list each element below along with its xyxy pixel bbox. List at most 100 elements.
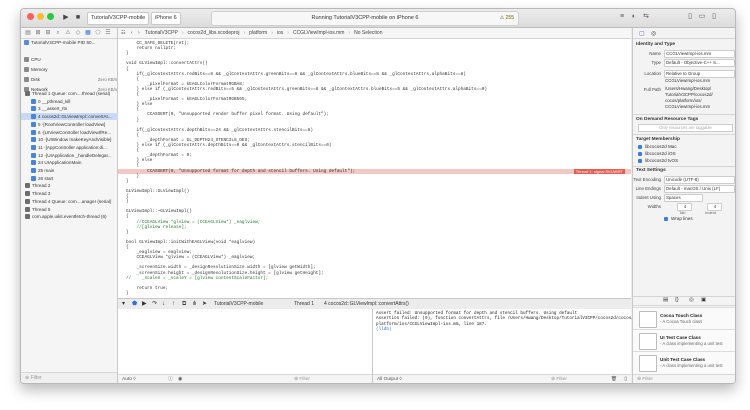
stack-frame-row[interactable]: 26 start [21, 175, 127, 182]
warning-badge[interactable]: ⚠ 255 [500, 14, 514, 22]
run-icon[interactable]: ▶ [61, 12, 71, 23]
stack-frame-row[interactable]: 11 -[AppController application:di... [21, 144, 127, 151]
jump-bar-segment[interactable]: cocos2d_libs.xcodeproj [187, 30, 239, 36]
library-item[interactable]: Cocoa Touch Class - A Cocoa Touch class [633, 307, 735, 330]
step-out-icon[interactable]: ↑ [172, 299, 175, 309]
editor-standard-icon[interactable]: ≡ [617, 12, 627, 22]
file-template-icon[interactable]: ▤ [663, 297, 668, 303]
view-hierarchy-icon[interactable]: ⧉ [182, 299, 186, 309]
scheme-selector[interactable]: TutorialV3CPP-mobile [87, 12, 150, 25]
encoding-select[interactable]: Unicode (UTF-8) [664, 176, 735, 184]
back-icon[interactable]: ‹ [131, 30, 133, 36]
target-checkbox[interactable] [638, 152, 642, 156]
hide-debug-area-icon[interactable]: ▾ [122, 299, 125, 309]
quick-help-icon[interactable]: ◎ [651, 30, 656, 37]
breakpoints-toggle-icon[interactable]: ⬟ [132, 299, 137, 309]
media-library-icon[interactable]: ▣ [701, 297, 706, 303]
related-items-icon[interactable]: ☷ [121, 30, 125, 36]
close-window-button[interactable] [27, 13, 34, 20]
stack-frame-row[interactable]: 24 UIApplicationMain [21, 159, 127, 166]
debug-target[interactable]: TutorialV3CPP-mobile [214, 299, 263, 309]
console-output-selector[interactable]: All Output ◊ [377, 377, 402, 382]
process-row[interactable]: TutorialV3CPP-mobile PID 50... [21, 39, 120, 46]
memory-graph-icon[interactable]: ⋔ [192, 299, 197, 309]
stack-frame-row[interactable]: 10 -[UIWindow makeKeyAndVisible] [21, 136, 127, 143]
gauge-row[interactable]: Disk Zero KB/s [21, 76, 120, 83]
debug-thread[interactable]: Thread 1 [294, 299, 314, 309]
info-icon[interactable]: ⓘ [168, 375, 173, 383]
file-inspector-icon[interactable]: ▢ [639, 30, 645, 37]
report-icon[interactable]: ☰ [104, 29, 112, 37]
forward-icon[interactable]: › [138, 30, 140, 36]
stop-icon[interactable]: ■ [73, 12, 83, 23]
stack-frame-row[interactable]: 25 main [21, 167, 127, 174]
thread-row[interactable]: Thread 4 Queue: com....anager (serial) [21, 198, 121, 205]
step-over-icon[interactable]: ↷ [152, 299, 157, 309]
gauge-row[interactable]: CPU [21, 56, 120, 63]
debug-frame[interactable]: 4 cocos2d::GLViewImpl::convertAttrs() [324, 299, 409, 309]
debug-navigator-icon[interactable]: ▦ [84, 29, 92, 37]
jump-bar-segment[interactable]: No Selection [354, 30, 382, 36]
stack-frame-row[interactable]: 12 -[UIApplication _handleDelegat... [21, 152, 127, 159]
step-into-icon[interactable]: ↓ [162, 299, 165, 309]
library-item[interactable]: Unit Test Case Class - A class implementi… [633, 351, 735, 374]
variables-filter[interactable]: ⊕ Filter [294, 375, 310, 383]
toggle-inspector-icon[interactable]: ▯ [709, 12, 719, 22]
trash-icon[interactable]: 🗑 [611, 375, 617, 383]
object-library-icon[interactable]: ◎ [689, 297, 694, 303]
symbol-icon[interactable]: ⊞ [44, 29, 52, 37]
thread-row[interactable]: com.apple.uikit.eventfetch-thread (6) [21, 213, 121, 220]
continue-icon[interactable]: ▶ [142, 299, 147, 309]
toggle-navigator-icon[interactable]: ▯ [685, 12, 695, 22]
code-area[interactable]: CC_SAFE_DELETE(ret); return nullptr;} voi… [118, 39, 631, 298]
gauge-row[interactable]: Memory [21, 66, 120, 73]
toggle-debug-area-icon[interactable]: ▭ [697, 12, 707, 22]
editor-version-icon[interactable]: ⇆ [641, 12, 651, 22]
source-control-icon[interactable]: ⊠ [34, 29, 42, 37]
minimize-window-button[interactable] [37, 13, 44, 20]
device-selector[interactable]: iPhone 6 [151, 12, 181, 25]
stack-frame-row[interactable]: 6 -[UIViewController loadViewIfRe... [21, 129, 127, 136]
issue-icon[interactable]: ⚠ [64, 29, 72, 37]
thread-row[interactable]: Thread 1 Queue: com....thread (serial) [21, 90, 121, 97]
eye-icon[interactable]: ◉ [178, 375, 182, 383]
console-filter[interactable]: ⊕ Filter [551, 375, 567, 383]
stack-frame-row[interactable]: 5 -[RootViewController loadView] [21, 121, 127, 128]
test-icon[interactable]: ◇ [74, 29, 82, 37]
stack-frame-row[interactable]: 0 __pthread_kill [21, 98, 127, 105]
thread-row[interactable]: Thread 5 [21, 206, 121, 213]
line-endings-select[interactable]: Default - macOS / Unix (LF) [664, 185, 735, 193]
target-checkbox[interactable] [638, 159, 642, 163]
wrap-lines-checkbox[interactable] [664, 217, 668, 221]
location-icon[interactable]: ➤ [202, 299, 207, 309]
code-snippet-icon[interactable]: {} [675, 297, 679, 303]
library-item[interactable]: UI Test Case Class - A class implementing… [633, 329, 735, 352]
split-console-icon[interactable]: ▯ [624, 375, 627, 383]
jump-bar-segment[interactable]: ios [277, 30, 283, 36]
variables-scope[interactable]: Auto ◊ [122, 377, 136, 382]
stack-frame-row[interactable]: 3 __assert_rtn [21, 105, 127, 112]
location-select[interactable]: Relative to Group [664, 70, 735, 78]
type-select[interactable]: Default - Objective-C++ S... [664, 59, 735, 67]
navigator-filter[interactable]: ⊕ Filter [21, 372, 117, 383]
breakpoint-icon[interactable]: ⬠ [94, 29, 102, 37]
folder-icon[interactable]: ▤ [24, 29, 32, 37]
thread-row[interactable]: Thread 2 [21, 182, 121, 189]
jump-bar-segment[interactable]: CCGLViewImpl-ios.mm [293, 30, 345, 36]
navigator-row-label: Thread 5 [32, 206, 51, 212]
jump-bar-segment[interactable]: platform [249, 30, 267, 36]
stack-frame-row[interactable]: 4 cocos2d::GLViewImpl::convertAt... [21, 113, 127, 121]
jump-bar-segment[interactable]: TutorialV3CPP [145, 30, 178, 36]
frame-icon [31, 160, 36, 166]
console-output[interactable]: Assert failed: Unsupported format for de… [373, 309, 634, 383]
indent-select[interactable]: Spaces [664, 194, 703, 202]
warning-count: 255 [505, 15, 514, 21]
odr-tags-field[interactable]: Only resources are taggable [638, 124, 733, 132]
zoom-window-button[interactable] [47, 13, 54, 20]
target-checkbox[interactable] [638, 145, 642, 149]
name-field[interactable]: CCGLViewImpl-ios.mm [664, 50, 735, 58]
thread-row[interactable]: Thread 3 [21, 190, 121, 197]
library-filter[interactable]: ⊕ Filter [633, 374, 735, 383]
editor-assistant-icon[interactable]: ◐ [629, 12, 639, 22]
find-icon[interactable]: ⌕ [54, 29, 62, 37]
